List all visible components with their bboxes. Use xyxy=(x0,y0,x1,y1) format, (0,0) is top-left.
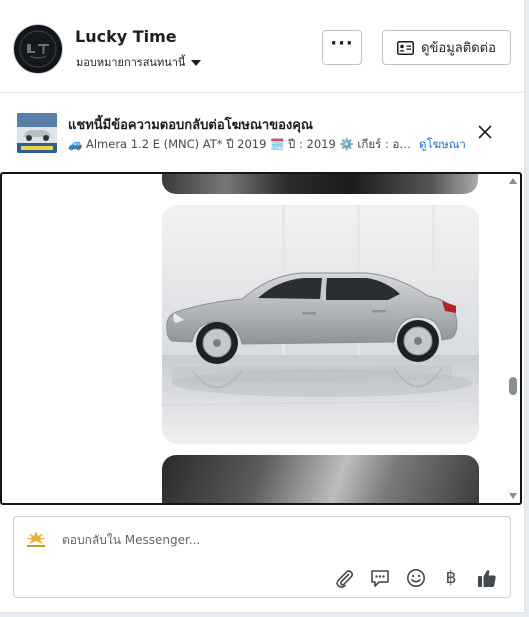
chat-bubble-icon xyxy=(371,570,389,587)
ad-detail-text: 🚙 Almera 1.2 E (MNC) AT* ปี 2019 🗓️ ปี :… xyxy=(68,137,413,151)
photo-message-car-interior[interactable] xyxy=(162,174,478,194)
page-name: Lucky Time xyxy=(75,27,177,46)
chat-panel: Lucky Time มอบหมายการสนทนานี้ ··· ดูข้อม… xyxy=(0,0,525,613)
thread-scrollbar[interactable] xyxy=(507,174,520,503)
photo-message-car-detail[interactable] xyxy=(162,455,479,503)
car-photo-image xyxy=(162,205,479,444)
close-icon xyxy=(478,125,492,139)
payment-button[interactable]: ฿ xyxy=(440,567,462,589)
page-avatar[interactable] xyxy=(13,24,63,74)
view-contact-button[interactable]: ดูข้อมูลติดต่อ xyxy=(382,30,511,65)
emoji-button[interactable] xyxy=(405,567,427,589)
like-button[interactable] xyxy=(476,567,498,589)
contact-card-icon xyxy=(397,40,415,55)
reply-composer: ฿ xyxy=(13,516,511,598)
page-logo-icon xyxy=(26,531,46,547)
assign-conversation-label: มอบหมายการสนทนานี้ xyxy=(76,56,186,69)
more-options-label: ··· xyxy=(330,33,354,54)
more-options-button[interactable]: ··· xyxy=(322,30,362,65)
attach-button[interactable] xyxy=(333,567,355,589)
close-banner-button[interactable] xyxy=(478,124,496,142)
saved-replies-button[interactable] xyxy=(369,567,391,589)
message-input[interactable] xyxy=(62,531,482,549)
baht-icon: ฿ xyxy=(445,568,457,588)
thumbs-up-icon xyxy=(478,570,496,587)
message-thread[interactable] xyxy=(0,172,522,505)
lucky-time-logo-icon xyxy=(19,30,57,68)
conversation-header: Lucky Time มอบหมายการสนทนานี้ ··· ดูข้อม… xyxy=(0,0,524,93)
scroll-up-icon[interactable] xyxy=(509,178,517,184)
scroll-down-icon[interactable] xyxy=(509,493,517,499)
view-ad-link[interactable]: ดูโฆษณา xyxy=(419,136,466,154)
smiley-icon xyxy=(407,569,425,587)
scroll-thumb[interactable] xyxy=(509,377,517,395)
view-contact-label: ดูข้อมูลติดต่อ xyxy=(421,41,496,56)
ad-reply-banner: แชทนี้มีข้อความตอบกลับต่อโฆษณาของคุณ 🚙 A… xyxy=(0,93,524,169)
paperclip-icon xyxy=(336,570,354,588)
caret-down-icon xyxy=(191,59,202,66)
photo-message-car-side[interactable] xyxy=(162,205,479,444)
ad-thumbnail[interactable] xyxy=(17,113,57,153)
ad-reply-title: แชทนี้มีข้อความตอบกลับต่อโฆษณาของคุณ xyxy=(68,118,313,133)
assign-conversation-dropdown[interactable]: มอบหมายการสนทนานี้ xyxy=(76,53,202,71)
ad-thumbnail-image xyxy=(17,113,57,153)
